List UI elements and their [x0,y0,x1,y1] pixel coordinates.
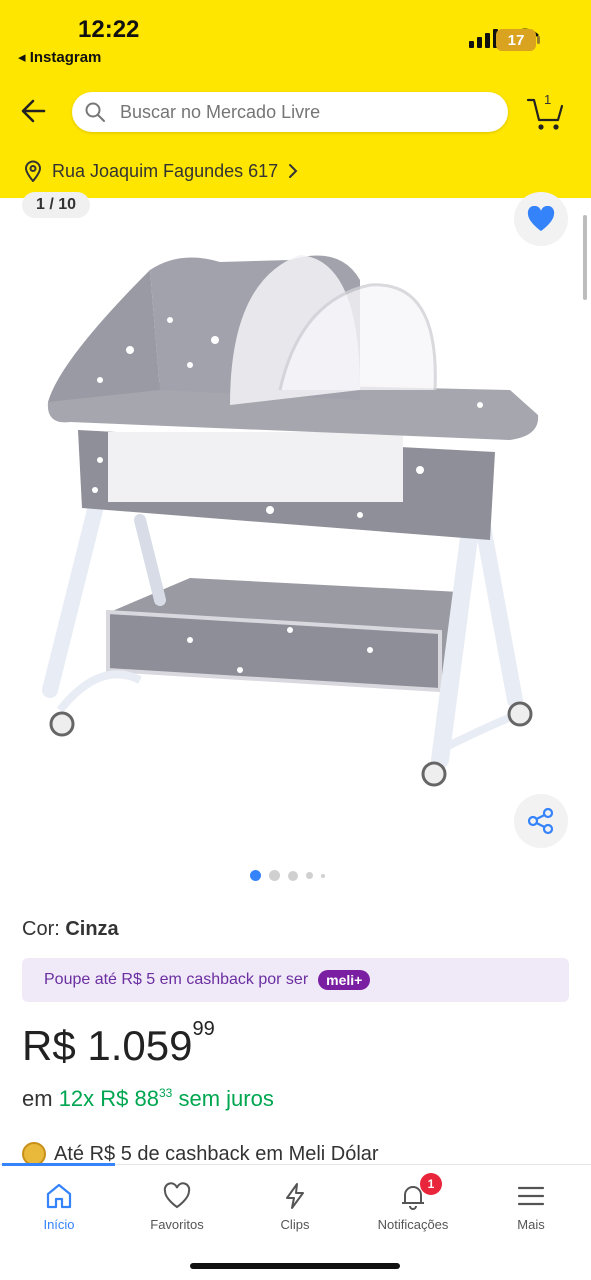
share-button[interactable] [514,794,568,848]
product-price: R$ 1.05999 [22,1018,215,1070]
cashback-text: Poupe até R$ 5 em cashback por ser [44,971,309,988]
cart-button[interactable]: 1 [526,92,566,132]
delivery-address[interactable]: Rua Joaquim Fagundes 617 [24,160,298,182]
color-value: Cinza [65,918,119,940]
installments-info[interactable]: em 12x R$ 8833 sem juros [22,1086,274,1112]
pagination-dot[interactable] [288,870,298,881]
price-main: R$ 1.059 [22,1022,193,1069]
product-image-bassinet[interactable] [40,240,550,800]
pagination-dot[interactable] [250,870,261,881]
back-arrow-icon[interactable] [18,95,50,127]
search-icon [85,102,105,122]
menu-icon [517,1186,545,1206]
home-icon [46,1183,72,1209]
location-pin-icon [24,160,42,182]
nav-home-label: Início [43,1217,75,1232]
nav-favorites[interactable]: Favoritos [122,1181,232,1232]
image-counter: 1 / 10 [22,192,91,218]
installment-suffix: sem juros [172,1086,274,1111]
bottom-navigation: Início Favoritos Clips Notificações 1 Ma… [0,1163,591,1280]
status-time: 12:22 [78,16,140,43]
nav-notifications-label: Notificações [377,1217,449,1232]
notification-badge: 1 [420,1173,442,1195]
installment-main: 12x R$ 88 [58,1086,159,1111]
pagination-dot[interactable] [306,872,313,879]
share-icon [527,807,554,835]
scrollbar[interactable] [583,215,587,300]
price-cents: 99 [192,1018,215,1040]
battery-indicator: 17 [496,29,540,51]
heart-icon [163,1182,191,1209]
home-indicator [190,1263,400,1269]
favorite-button[interactable] [514,192,568,246]
nav-clips[interactable]: Clips [240,1181,350,1232]
gallery-pagination[interactable] [250,870,325,881]
search-input[interactable] [120,101,480,123]
color-label: Cor: [22,918,66,940]
search-bar[interactable] [72,92,508,132]
heart-filled-icon [527,206,555,231]
cart-count: 1 [544,92,552,107]
color-selection[interactable]: Cor: Cinza [22,918,119,941]
back-to-instagram[interactable]: ◂ Instagram [18,48,101,66]
nav-clips-label: Clips [280,1217,310,1232]
active-tab-indicator [2,1163,115,1166]
nav-home[interactable]: Início [4,1181,114,1232]
chevron-right-icon [289,164,298,178]
installment-prefix: em [22,1086,59,1111]
meli-plus-badge: meli+ [318,970,371,990]
pagination-dot[interactable] [321,873,325,878]
pagination-dot[interactable] [269,870,280,881]
meli-plus-cashback-banner[interactable]: Poupe até R$ 5 em cashback por ser meli+ [22,958,569,1002]
installment-cents: 33 [158,1086,173,1100]
address-text: Rua Joaquim Fagundes 617 [52,160,279,181]
nav-notifications[interactable]: Notificações 1 [358,1173,468,1232]
nav-more-label: Mais [517,1217,545,1232]
top-header: 12:22 ◂ Instagram 17 1 [0,0,591,198]
nav-more[interactable]: Mais [476,1181,586,1232]
lightning-icon [286,1183,304,1209]
nav-favorites-label: Favoritos [150,1217,204,1232]
